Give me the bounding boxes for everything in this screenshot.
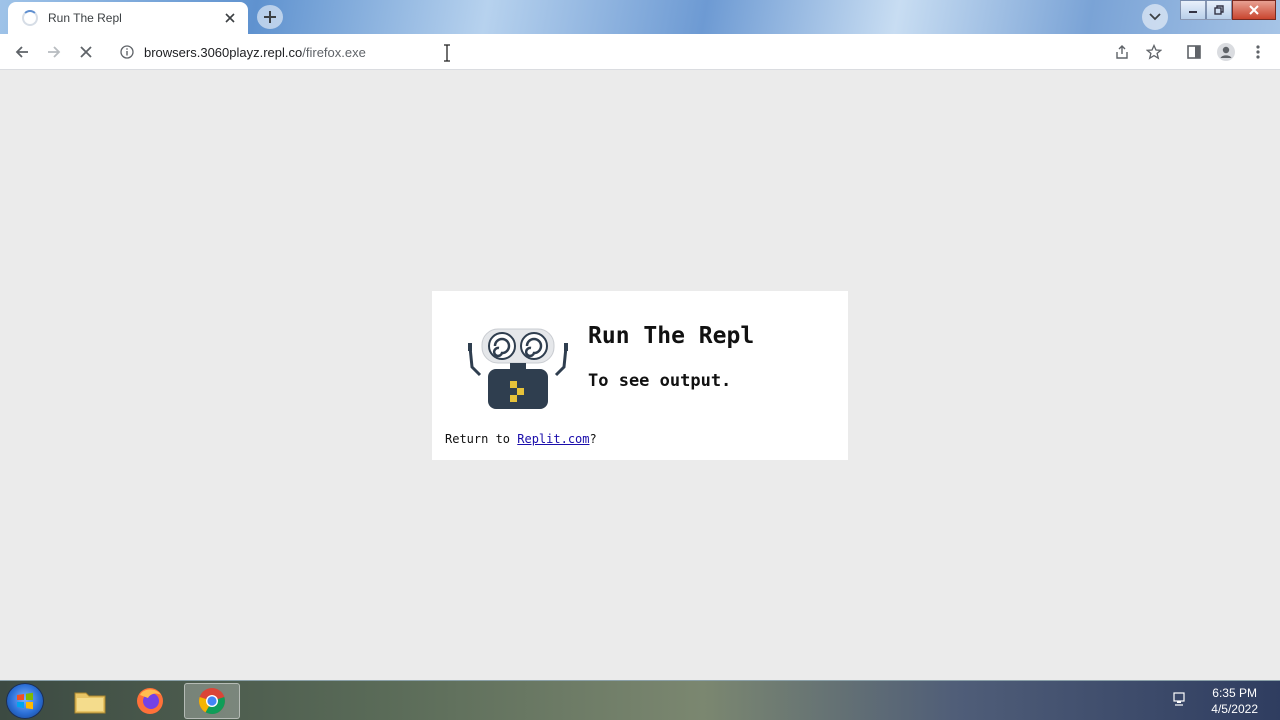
profile-button[interactable] (1212, 38, 1240, 66)
start-button[interactable] (6, 683, 44, 719)
browser-tab[interactable]: Run The Repl (8, 2, 248, 34)
system-clock[interactable]: 6:35 PM 4/5/2022 (1211, 685, 1258, 717)
close-icon (1249, 5, 1259, 15)
run-the-repl-card: Run The Repl To see output. Return to Re… (432, 291, 848, 460)
window-controls (1180, 0, 1276, 20)
text-cursor-icon (444, 44, 450, 62)
return-suffix: ? (589, 432, 597, 446)
side-panel-icon (1187, 45, 1201, 59)
close-window-button[interactable] (1232, 0, 1276, 20)
new-tab-button[interactable] (257, 5, 283, 29)
chevron-down-icon (1149, 13, 1161, 21)
back-button[interactable] (8, 38, 36, 66)
return-prefix: Return to (445, 432, 518, 446)
share-button[interactable] (1108, 38, 1136, 66)
arrow-left-icon (15, 46, 28, 58)
firefox-icon (137, 688, 163, 714)
side-panel-button[interactable] (1180, 38, 1208, 66)
avatar-icon (1217, 43, 1235, 61)
tab-search-button[interactable] (1142, 4, 1168, 30)
minimize-button[interactable] (1180, 0, 1206, 20)
star-icon (1146, 44, 1162, 60)
close-icon (80, 46, 92, 58)
taskbar-file-explorer[interactable] (62, 683, 118, 719)
taskbar-firefox[interactable] (122, 683, 178, 719)
forward-button[interactable] (40, 38, 68, 66)
arrow-right-icon (48, 46, 61, 58)
return-text: Return to Replit.com? (445, 432, 597, 446)
info-icon[interactable] (120, 45, 134, 59)
replit-robot-illustration (468, 328, 568, 409)
menu-button[interactable] (1244, 38, 1272, 66)
chrome-icon (199, 688, 225, 715)
tab-close-icon[interactable] (222, 10, 238, 26)
stop-loading-button[interactable] (72, 38, 100, 66)
url-host: browsers.3060playz.repl.co (144, 44, 303, 60)
plus-icon (264, 11, 276, 23)
browser-toolbar: browsers.3060playz.repl.co/firefox.exe (0, 34, 1280, 70)
minimize-icon (1189, 11, 1197, 13)
taskbar-chrome[interactable] (184, 683, 240, 719)
bookmark-button[interactable] (1140, 38, 1168, 66)
clock-date: 4/5/2022 (1211, 702, 1258, 716)
restore-button[interactable] (1206, 0, 1232, 20)
page-title: Run The Repl (588, 323, 755, 349)
clock-time: 6:35 PM (1212, 686, 1257, 700)
loading-spinner-icon (22, 10, 38, 26)
url-path: /firefox.exe (302, 44, 366, 60)
windows-logo-icon (17, 692, 33, 710)
restore-icon (1214, 5, 1224, 15)
more-vert-icon (1256, 45, 1260, 59)
replit-link[interactable]: Replit.com (517, 432, 589, 446)
tab-title: Run The Repl (48, 11, 122, 25)
windows-taskbar: 6:35 PM 4/5/2022 (0, 680, 1280, 720)
browser-titlebar: Run The Repl (0, 0, 1280, 34)
address-bar[interactable]: browsers.3060playz.repl.co/firefox.exe (110, 38, 1140, 66)
share-icon (1116, 45, 1128, 59)
folder-icon (74, 692, 106, 714)
page-subtitle: To see output. (588, 371, 732, 391)
network-icon[interactable] (1172, 691, 1188, 707)
